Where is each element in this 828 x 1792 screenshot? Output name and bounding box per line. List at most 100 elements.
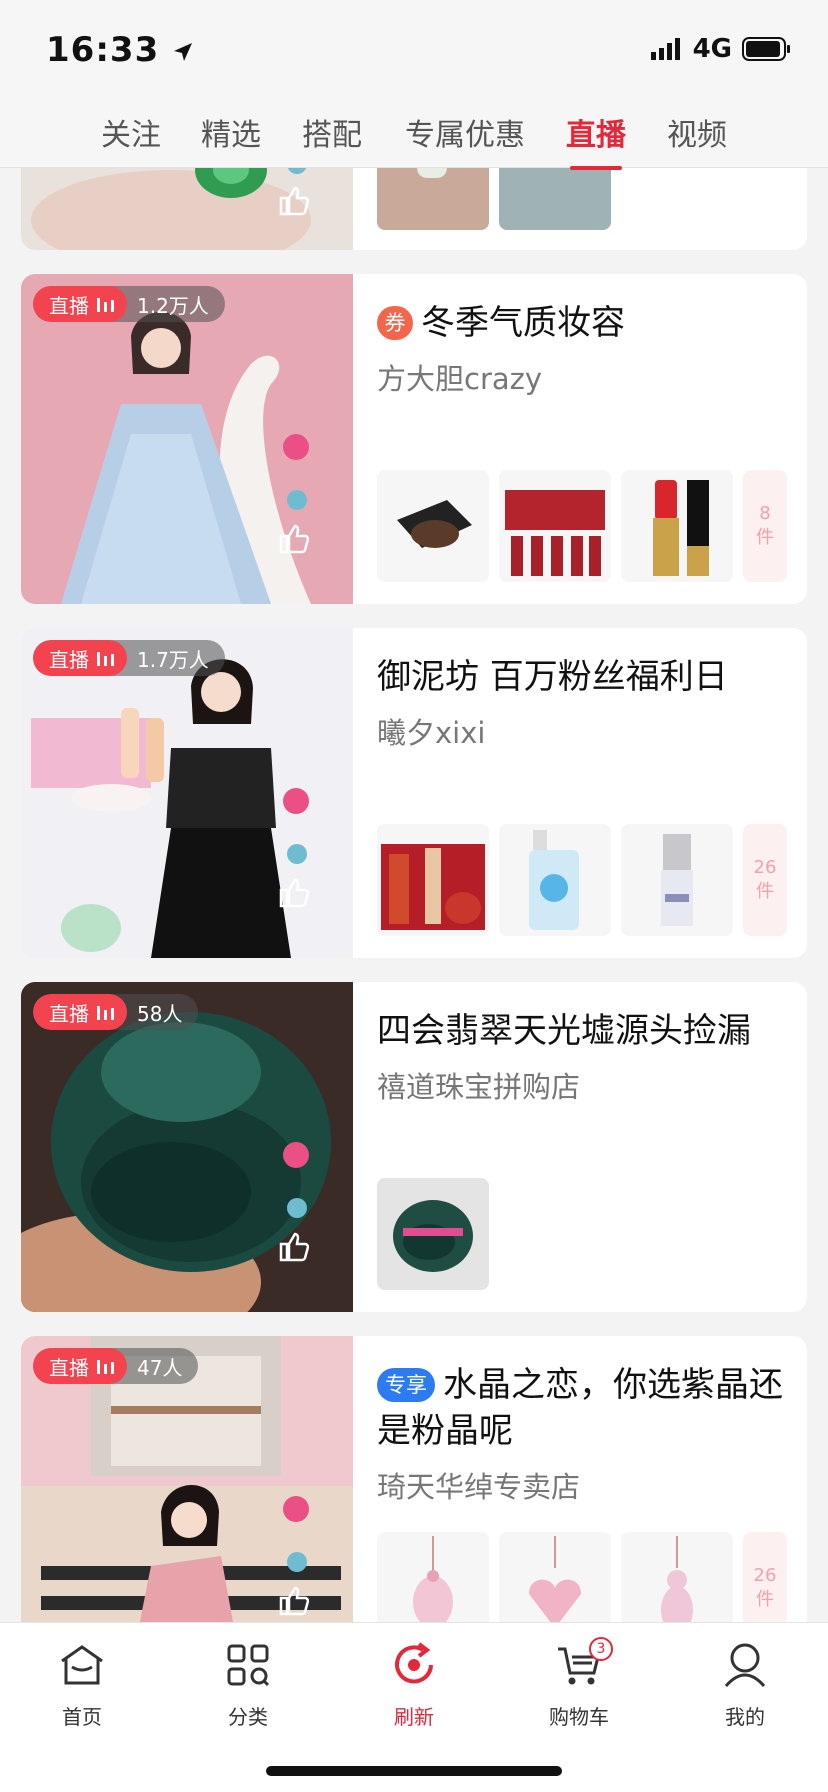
tab-label: 关注 bbox=[101, 118, 161, 153]
shop-name[interactable]: 曦夕xixi bbox=[377, 710, 787, 752]
clock-text: 16:33 bbox=[46, 30, 160, 70]
tab-live[interactable]: 直播 bbox=[566, 110, 626, 170]
status-time: 16:33 bbox=[46, 30, 194, 70]
nav-icon-wrap bbox=[354, 1633, 474, 1697]
tab-follow[interactable]: 关注 bbox=[101, 110, 161, 154]
more-products[interactable]: 8 件 bbox=[743, 470, 787, 582]
nav-icon-wrap bbox=[22, 1633, 142, 1697]
like-bubble-icon bbox=[287, 490, 307, 510]
nav-icon-wrap bbox=[685, 1633, 805, 1697]
like-bubble-icon bbox=[287, 1198, 307, 1218]
live-card[interactable]: 直播 58人 四会翡翠天光墟源头捡漏 禧道珠宝拼购店 bbox=[21, 982, 807, 1312]
nav-mine[interactable]: 我的 bbox=[685, 1633, 805, 1730]
live-badge: 直播 47人 bbox=[33, 1348, 199, 1384]
thumb-up-icon bbox=[279, 524, 309, 554]
shop-name[interactable]: 琦天华绰专卖店 bbox=[377, 1464, 787, 1506]
live-badge: 直播 1.2万人 bbox=[33, 286, 225, 322]
live-title: 专享 水晶之恋，你选紫晶还是粉晶呢 bbox=[377, 1362, 787, 1454]
shop-name[interactable]: 方大胆crazy bbox=[377, 356, 787, 398]
more-products[interactable]: 26 件 bbox=[743, 824, 787, 936]
live-bars-icon bbox=[97, 298, 114, 312]
live-title-text: 御泥坊 百万粉丝福利日 bbox=[377, 657, 728, 697]
tab-label: 视频 bbox=[667, 118, 727, 153]
tab-exclusive-deals[interactable]: 专属优惠 bbox=[405, 110, 525, 154]
live-reactions bbox=[277, 434, 317, 584]
product-strip: 26 件 bbox=[377, 824, 787, 936]
nav-label: 刷新 bbox=[394, 1705, 434, 1729]
live-tag: 直播 bbox=[33, 1348, 127, 1384]
live-thumbnail[interactable]: 直播 1.7万人 bbox=[21, 628, 353, 958]
product-thumbnail[interactable] bbox=[621, 470, 733, 582]
nav-label: 购物车 bbox=[549, 1705, 609, 1729]
live-bars-icon bbox=[97, 652, 114, 666]
more-count-number: 26 bbox=[753, 1565, 777, 1586]
signal-icon bbox=[650, 38, 680, 60]
user-icon bbox=[724, 1643, 766, 1688]
live-thumbnail[interactable]: 直播 58人 bbox=[21, 982, 353, 1312]
nav-label: 首页 bbox=[62, 1705, 102, 1729]
heart-icon bbox=[283, 1142, 309, 1168]
viewer-count: 47人 bbox=[137, 1355, 183, 1380]
live-card[interactable]: 直播 1.2万人 券冬季气质妆容 方大胆crazy 8 件 bbox=[21, 274, 807, 604]
nav-refresh[interactable]: 刷新 bbox=[354, 1633, 474, 1730]
viewer-count: 1.2万人 bbox=[137, 293, 209, 318]
battery-icon bbox=[742, 37, 790, 61]
live-thumbnail[interactable]: 直播 47人 bbox=[21, 1336, 353, 1666]
live-card[interactable]: 直播 47人 专享 水晶之恋，你选紫晶还是粉晶呢 琦天华绰专卖店 26 件 bbox=[21, 1336, 807, 1666]
tab-video[interactable]: 视频 bbox=[667, 110, 727, 154]
tab-label: 直播 bbox=[566, 118, 626, 153]
product-thumbnail[interactable] bbox=[499, 824, 611, 936]
category-tabs: 关注 精选 搭配 专属优惠 直播 视频 bbox=[0, 104, 828, 170]
nav-home[interactable]: 首页 bbox=[22, 1633, 142, 1730]
tab-featured[interactable]: 精选 bbox=[201, 110, 261, 154]
more-count-number: 8 bbox=[759, 503, 771, 524]
viewer-count: 1.7万人 bbox=[137, 647, 209, 672]
live-info: 券冬季气质妆容 方大胆crazy bbox=[377, 300, 787, 398]
status-bar: 16:33 4G bbox=[0, 0, 828, 96]
live-label: 直播 bbox=[49, 1355, 89, 1380]
more-count-unit: 件 bbox=[756, 881, 774, 902]
product-strip: 8 件 bbox=[377, 470, 787, 582]
cart-count-badge: 3 bbox=[589, 1637, 613, 1661]
live-bars-icon bbox=[97, 1360, 114, 1374]
live-title-text: 水晶之恋，你选紫晶还是粉晶呢 bbox=[377, 1365, 783, 1451]
tab-match[interactable]: 搭配 bbox=[302, 110, 362, 154]
home-indicator bbox=[266, 1766, 562, 1776]
like-bubble-icon bbox=[287, 844, 307, 864]
product-thumbnail[interactable] bbox=[499, 470, 611, 582]
viewer-count: 58人 bbox=[137, 1001, 183, 1026]
nav-icon-wrap: 3 bbox=[519, 1633, 639, 1697]
nav-category[interactable]: 分类 bbox=[188, 1633, 308, 1730]
live-title: 四会翡翠天光墟源头捡漏 bbox=[377, 1008, 787, 1054]
live-tag: 直播 bbox=[33, 994, 127, 1030]
heart-icon bbox=[283, 1496, 309, 1522]
live-tag: 直播 bbox=[33, 640, 127, 676]
live-title: 御泥坊 百万粉丝福利日 bbox=[377, 654, 787, 700]
nav-cart[interactable]: 3 购物车 bbox=[519, 1633, 639, 1730]
tab-label: 搭配 bbox=[302, 118, 362, 153]
nav-label: 我的 bbox=[725, 1705, 765, 1729]
live-thumbnail[interactable]: 直播 1.2万人 bbox=[21, 274, 353, 604]
status-indicators: 4G bbox=[650, 34, 792, 64]
live-badge: 直播 1.7万人 bbox=[33, 640, 225, 676]
live-info: 御泥坊 百万粉丝福利日 曦夕xixi bbox=[377, 654, 787, 752]
live-card[interactable]: 直播 1.7万人 御泥坊 百万粉丝福利日 曦夕xixi 26 件 bbox=[21, 628, 807, 958]
live-title-text: 冬季气质妆容 bbox=[421, 303, 625, 343]
top-header: 16:33 4G 关注 精选 搭配 专属优惠 直播 视频 bbox=[0, 0, 828, 170]
location-arrow-icon bbox=[174, 43, 193, 61]
product-thumbnail[interactable] bbox=[377, 1178, 489, 1290]
thumb-up-icon bbox=[279, 878, 309, 908]
product-thumbnail[interactable] bbox=[377, 824, 489, 936]
shop-name[interactable]: 禧道珠宝拼购店 bbox=[377, 1064, 787, 1106]
heart-icon bbox=[283, 788, 309, 814]
product-thumbnail[interactable] bbox=[377, 470, 489, 582]
screen: 直播 1.2万人 券冬季气质妆容 方大胆crazy 8 件 直播 1.7万人 御… bbox=[0, 0, 828, 1792]
refresh-icon bbox=[395, 1642, 433, 1684]
product-thumbnail[interactable] bbox=[621, 824, 733, 936]
tab-label: 精选 bbox=[201, 118, 261, 153]
active-tab-indicator bbox=[570, 166, 622, 170]
live-info: 四会翡翠天光墟源头捡漏 禧道珠宝拼购店 bbox=[377, 1008, 787, 1106]
thumb-up-icon bbox=[279, 1232, 309, 1262]
nav-icon-wrap bbox=[188, 1633, 308, 1697]
thumb-up-icon bbox=[279, 1586, 309, 1616]
